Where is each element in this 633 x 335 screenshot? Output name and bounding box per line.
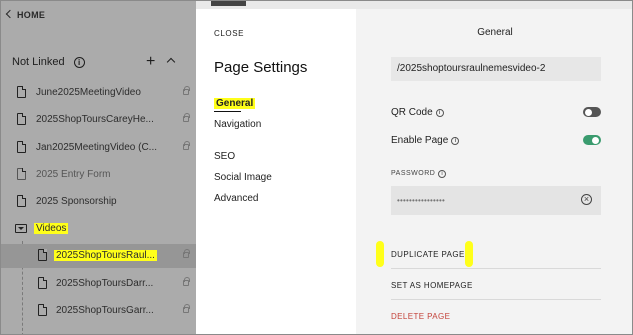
section-title: Not Linked <box>12 56 65 68</box>
sidebar-item-garr[interactable]: 2025ShopToursGarr... <box>1 299 196 323</box>
page-icon <box>17 195 26 207</box>
not-linked-header: Not Linked i + <box>12 53 192 72</box>
delete-page-label: DELETE PAGE <box>391 312 451 321</box>
lock-icon <box>183 249 190 258</box>
password-value: •••••••••••••••• <box>397 196 446 205</box>
tab-advanced[interactable]: Advanced <box>214 193 258 204</box>
page-icon <box>17 113 26 125</box>
tab-social-image[interactable]: Social Image <box>214 172 272 183</box>
sidebar-item-jan2025[interactable]: Jan2025MeetingVideo (C... <box>1 136 196 160</box>
form-icon <box>17 168 26 180</box>
sidebar-item-label: June2025MeetingVideo <box>36 87 141 98</box>
page-icon <box>38 249 47 261</box>
lock-icon <box>183 113 190 122</box>
home-label: HOME <box>17 10 46 20</box>
clear-icon[interactable]: × <box>581 194 592 205</box>
enable-page-toggle[interactable] <box>583 135 601 145</box>
qr-code-toggle[interactable] <box>583 107 601 117</box>
home-link[interactable]: HOME <box>5 9 46 20</box>
chevron-left-icon <box>5 9 15 19</box>
set-as-homepage-label: SET AS HOMEPAGE <box>391 281 473 290</box>
sidebar-item-label: 2025 Entry Form <box>36 169 111 180</box>
info-icon[interactable]: i <box>435 109 444 117</box>
page-settings-menu: CLOSE Page Settings General Navigation S… <box>196 9 356 334</box>
tab-general[interactable]: General <box>214 98 256 112</box>
sidebar-item-raul[interactable]: 2025ShopToursRaul... <box>1 244 196 268</box>
info-icon[interactable]: i <box>451 137 460 145</box>
add-page-icon[interactable]: + <box>146 53 155 71</box>
sidebar-folder-videos[interactable]: Videos <box>1 217 196 241</box>
sidebar-item-sponsorship[interactable]: 2025 Sponsorship <box>1 190 196 214</box>
toggle-knob <box>585 108 592 116</box>
sidebar-item-label: 2025 Sponsorship <box>36 196 117 207</box>
sidebar-item-entry-form[interactable]: 2025 Entry Form <box>1 163 196 187</box>
app-frame: HOME Not Linked i + June2025MeetingVideo… <box>0 0 633 335</box>
page-icon <box>17 141 26 153</box>
tab-navigation[interactable]: Navigation <box>214 119 261 130</box>
qr-code-label: QR Code <box>391 107 433 118</box>
chevron-up-icon[interactable] <box>166 57 176 67</box>
info-icon[interactable]: i <box>73 57 85 68</box>
enable-page-label: Enable Page <box>391 135 449 146</box>
page-icon <box>38 304 47 316</box>
active-underline <box>214 110 241 112</box>
duplicate-page-label: DUPLICATE PAGE <box>391 250 465 259</box>
lock-icon <box>183 277 190 286</box>
highlight-mark-left <box>376 241 384 267</box>
top-strip-bar <box>211 1 246 6</box>
password-label: PASSWORD <box>391 170 436 177</box>
page-icon <box>17 86 26 98</box>
tab-label: General <box>214 98 256 109</box>
sidebar-item-label: 2025ShopToursRaul... <box>54 250 157 261</box>
password-field[interactable]: •••••••••••••••• × <box>391 186 601 215</box>
url-slug-field[interactable]: /2025shoptoursraulnemesvideo-2 <box>391 57 601 81</box>
delete-page-button[interactable]: DELETE PAGE <box>391 301 601 331</box>
general-settings-panel: General /2025shoptoursraulnemesvideo-2 Q… <box>356 9 632 334</box>
page-icon <box>38 277 47 289</box>
qr-code-row: QR Code i <box>391 107 601 121</box>
panel-title: General <box>477 27 513 38</box>
page-settings-title: Page Settings <box>214 59 308 76</box>
folder-icon <box>15 224 27 233</box>
sidebar-item-darr[interactable]: 2025ShopToursDarr... <box>1 272 196 296</box>
sidebar-item-june2025[interactable]: June2025MeetingVideo <box>1 81 196 105</box>
tab-seo[interactable]: SEO <box>214 151 235 162</box>
info-icon[interactable]: i <box>438 170 447 178</box>
sidebar-item-label: Jan2025MeetingVideo (C... <box>36 142 158 153</box>
sidebar-item-carey[interactable]: 2025ShopToursCareyHe... <box>1 108 196 132</box>
lock-icon <box>183 141 190 150</box>
password-label-row: PASSWORD i <box>391 170 447 178</box>
toggle-knob <box>592 136 599 144</box>
set-as-homepage-button[interactable]: SET AS HOMEPAGE <box>391 270 601 300</box>
lock-icon <box>183 304 190 313</box>
duplicate-page-button[interactable]: DUPLICATE PAGE <box>391 239 601 269</box>
sidebar-item-label: 2025ShopToursCareyHe... <box>36 114 154 125</box>
top-strip <box>196 1 632 9</box>
lock-icon <box>183 86 190 95</box>
sidebar-item-label: 2025ShopToursDarr... <box>56 278 154 289</box>
sidebar-item-label: Videos <box>34 223 69 234</box>
close-button[interactable]: CLOSE <box>214 29 244 38</box>
sidebar-item-label: 2025ShopToursGarr... <box>56 305 154 316</box>
pages-sidebar: HOME Not Linked i + June2025MeetingVideo… <box>1 1 196 334</box>
enable-page-row: Enable Page i <box>391 135 601 149</box>
